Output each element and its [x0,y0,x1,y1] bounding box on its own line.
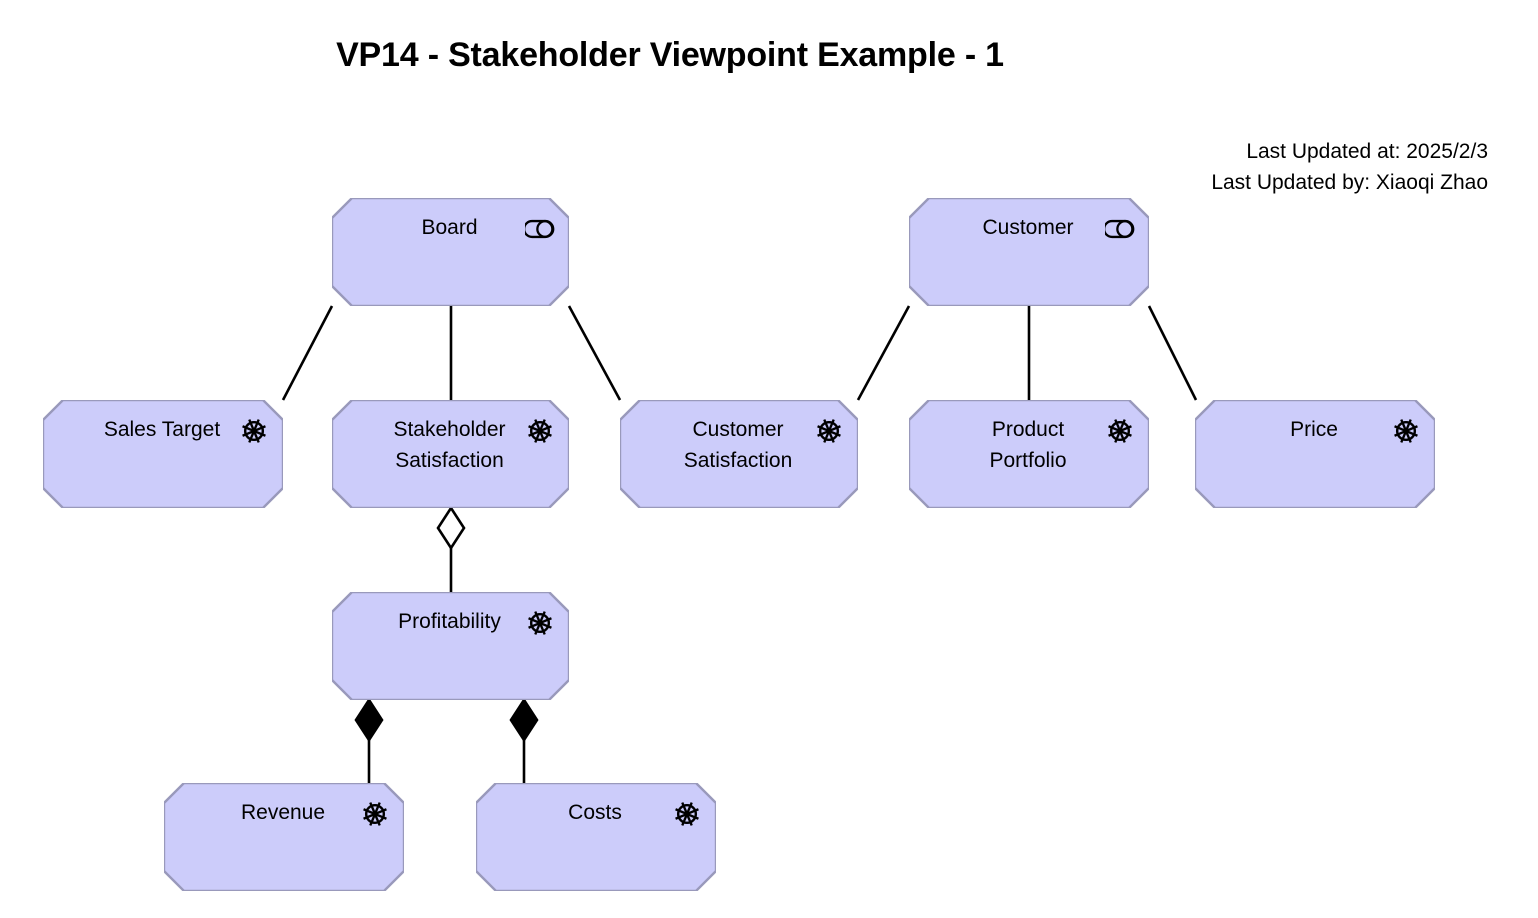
edge-customer-price [1147,305,1198,401]
driver-wheel-icon [360,799,390,829]
node-sales-target[interactable]: Sales Target [43,400,283,508]
driver-wheel-icon [1105,416,1135,446]
diagram-canvas: VP14 - Stakeholder Viewpoint Example - 1… [0,0,1538,918]
last-updated-at: Last Updated at: 2025/2/3 [1246,140,1488,163]
node-costs[interactable]: Costs [476,783,716,891]
node-customer[interactable]: Customer [909,198,1149,306]
driver-wheel-icon [1391,416,1421,446]
node-product-portfolio[interactable]: Product Portfolio [909,400,1149,508]
node-profitability[interactable]: Profitability [332,592,569,700]
driver-wheel-icon-svg [363,802,387,826]
driver-wheel-icon-svg [1394,419,1418,443]
node-stakeholder-satisfaction[interactable]: Stakeholder Satisfaction [332,400,569,508]
stakeholder-role-icon-svg [1105,219,1135,239]
metadata-block: Last Updated at: 2025/2/3 Last Updated b… [1211,136,1488,198]
composition-diamond-profitability-costs [509,697,539,743]
edge-board-sales-target [281,305,334,401]
driver-wheel-icon-svg [242,419,266,443]
edge-board-customer-satisfaction [567,305,622,401]
driver-wheel-icon-svg [528,611,552,635]
page-title: VP14 - Stakeholder Viewpoint Example - 1 [336,36,1004,74]
driver-wheel-icon-svg [675,802,699,826]
driver-wheel-icon [525,416,555,446]
stakeholder-role-icon [525,214,555,244]
edge-customer-customer-satisfaction [856,305,911,401]
node-revenue[interactable]: Revenue [164,783,404,891]
last-updated-by: Last Updated by: Xiaoqi Zhao [1211,171,1488,194]
node-board[interactable]: Board [332,198,569,306]
driver-wheel-icon [672,799,702,829]
driver-wheel-icon [239,416,269,446]
node-customer-satisfaction[interactable]: Customer Satisfaction [620,400,858,508]
stakeholder-role-icon-svg [525,219,555,239]
driver-wheel-icon-svg [817,419,841,443]
driver-wheel-icon-svg [1108,419,1132,443]
driver-wheel-icon-svg [528,419,552,443]
driver-wheel-icon [525,608,555,638]
stakeholder-role-icon [1105,214,1135,244]
node-price[interactable]: Price [1195,400,1435,508]
aggregation-diamond-stakeholder-satisfaction-profitability [436,505,466,551]
driver-wheel-icon [814,416,844,446]
composition-diamond-profitability-revenue [354,697,384,743]
